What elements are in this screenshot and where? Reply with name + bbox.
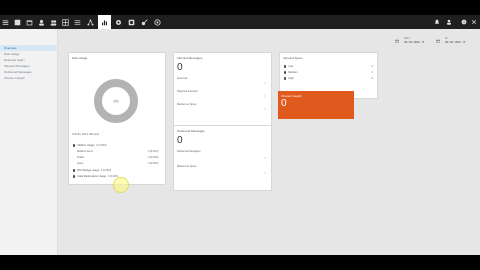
chevron-right-icon[interactable] bbox=[264, 108, 266, 110]
spam-high-value: 0 bbox=[371, 77, 373, 80]
chevron-right-icon[interactable] bbox=[264, 95, 266, 97]
users-icon[interactable] bbox=[49, 18, 57, 26]
viruses-caught-card[interactable]: Viruses Caught 0 bbox=[278, 91, 354, 119]
disk-usage-card: Disk Usage 0% 0.00 B / 100.0 GB used Mai… bbox=[68, 52, 166, 185]
legend-dot bbox=[284, 77, 287, 80]
legend-label: Medium bbox=[288, 71, 298, 74]
chevron-right-icon[interactable] bbox=[264, 157, 266, 159]
inbound-row-rejected: Rejected Inbound bbox=[177, 90, 198, 93]
legend-fatal-redemption: Fatal Redemption Usage 0 (0.00%) bbox=[73, 175, 118, 178]
network-icon[interactable] bbox=[86, 18, 94, 26]
disk-usage-donut: 0% bbox=[94, 79, 138, 123]
chevron-right-icon[interactable] bbox=[264, 172, 266, 174]
legend-dot bbox=[73, 169, 76, 172]
calendar-icon[interactable] bbox=[25, 18, 33, 26]
sub-val-items: 0 (0.00%) bbox=[148, 162, 159, 165]
sub-val-drafts: 0 (0.00%) bbox=[148, 156, 159, 159]
legend-dot bbox=[73, 175, 76, 178]
key-icon[interactable] bbox=[140, 18, 148, 26]
inbound-messages-card: Inbound Messages 0 Scanned Rejected Inbo… bbox=[173, 52, 272, 133]
sub-val-mailbox-items: 0 (0.00%) bbox=[148, 150, 159, 153]
list-icon[interactable] bbox=[73, 18, 81, 26]
legend-label: Low bbox=[288, 65, 294, 68]
legend-dot bbox=[73, 144, 76, 147]
date-to-value[interactable]: 09 / 30 / 2021 · ☰ bbox=[445, 41, 466, 44]
legend-value: 0 (0.00%) bbox=[96, 144, 107, 147]
sub-row-mailbox-items: Mailbox Items bbox=[77, 150, 93, 153]
sub-row-drafts: Drafts bbox=[77, 156, 84, 159]
user-menu-icon[interactable] bbox=[446, 19, 452, 25]
top-toolbar: ? bbox=[0, 15, 480, 29]
chart-icon[interactable] bbox=[98, 15, 111, 29]
spam-medium-value: 0 bbox=[371, 71, 373, 74]
legend-label: Mailbox Usage bbox=[77, 144, 95, 147]
disk-usage-title: Disk Usage bbox=[72, 56, 88, 60]
legend-dot bbox=[284, 65, 287, 68]
inbound-count: 0 bbox=[177, 62, 183, 73]
app-window: ? Overview Disk Usage Detected Spam Inbo… bbox=[0, 15, 480, 255]
svg-text:?: ? bbox=[463, 20, 465, 24]
legend-dm-storage: DM Storage usage 0 (0.00%) bbox=[73, 169, 111, 172]
inbound-row-scanned: Scanned bbox=[177, 77, 188, 80]
grid-icon[interactable] bbox=[61, 18, 69, 26]
legend-label: Fatal Redemption Usage bbox=[77, 175, 107, 178]
spam-low-value: 0 bbox=[371, 65, 373, 68]
date-to-label: To bbox=[445, 37, 448, 40]
spam-row-medium: Medium bbox=[284, 71, 298, 74]
viruses-count: 0 bbox=[281, 98, 287, 109]
outbound-row-delivered: Delivered Messages bbox=[177, 150, 201, 153]
spam-row-low: Low bbox=[284, 65, 293, 68]
date-from-picker[interactable]: From 09 / 23 / 2021 · ☰ bbox=[395, 35, 427, 49]
home-icon[interactable] bbox=[13, 18, 21, 26]
help-icon[interactable]: ? bbox=[461, 19, 467, 25]
legend-label: High bbox=[288, 77, 294, 80]
bell-icon[interactable] bbox=[434, 19, 440, 25]
sub-row-items: Items bbox=[77, 162, 84, 165]
outbound-count: 0 bbox=[177, 135, 183, 146]
calendar-icon bbox=[395, 39, 399, 43]
donut-center-label: 0% bbox=[113, 100, 118, 104]
date-from-label: From bbox=[404, 37, 410, 40]
date-to-picker[interactable]: To 09 / 30 / 2021 · ☰ bbox=[436, 35, 468, 49]
legend-dot bbox=[284, 71, 287, 74]
chevron-right-icon[interactable] bbox=[264, 82, 266, 84]
calendar-icon bbox=[436, 39, 440, 43]
disk-used-total: 0.00 B / 100.0 GB used bbox=[72, 133, 99, 136]
legend-value: 0 (0.00%) bbox=[100, 169, 112, 172]
sidebar-item-viruses-caught[interactable]: Viruses Caught bbox=[0, 75, 58, 81]
sidebar: Overview Disk Usage Detected Spam Inboun… bbox=[0, 29, 58, 255]
outbound-title: Outbound Messages bbox=[177, 129, 205, 133]
plugin-icon[interactable] bbox=[153, 18, 161, 26]
outbound-row-spam: Marked as Spam bbox=[177, 165, 197, 168]
inbound-row-spam: Marked as Spam bbox=[177, 103, 197, 106]
inbound-spam-title: Inbound Spam bbox=[283, 56, 303, 60]
close-icon[interactable] bbox=[471, 19, 477, 25]
wrench-icon[interactable] bbox=[127, 18, 135, 26]
gear-icon[interactable] bbox=[114, 18, 122, 26]
legend-label: DM Storage usage bbox=[77, 169, 100, 172]
date-from-value[interactable]: 09 / 23 / 2021 · ☰ bbox=[404, 41, 425, 44]
cursor-highlight bbox=[113, 177, 129, 193]
user-icon[interactable] bbox=[37, 18, 45, 26]
legend-mailbox-usage: Mailbox Usage 0 (0.00%) bbox=[73, 144, 107, 147]
outbound-messages-card: Outbound Messages 0 Delivered Messages M… bbox=[173, 125, 272, 191]
inbound-title: Inbound Messages bbox=[177, 56, 203, 60]
spam-row-high: High bbox=[284, 77, 294, 80]
menu-icon[interactable] bbox=[1, 18, 9, 26]
